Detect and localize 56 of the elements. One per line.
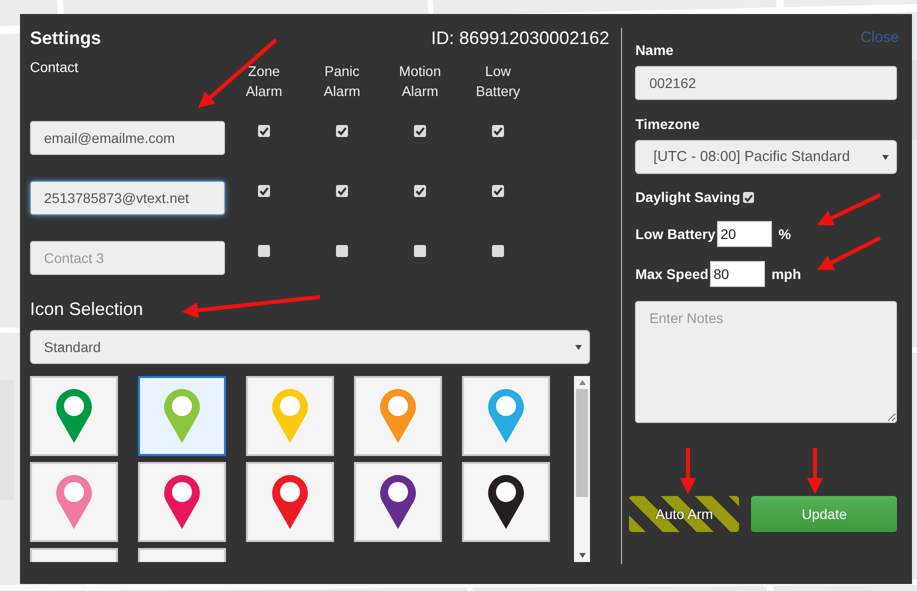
annotation-arrow [817, 193, 881, 226]
alert-checkbox[interactable] [414, 125, 426, 137]
notes-field[interactable]: Enter Notes [635, 301, 898, 423]
max-speed-field[interactable]: 80 [710, 261, 766, 287]
alert-checkbox[interactable] [258, 125, 270, 137]
alert-checkbox[interactable] [492, 245, 504, 257]
alert-checkbox[interactable] [258, 245, 270, 257]
alert-checkbox[interactable] [336, 245, 348, 257]
annotation-arrow [817, 236, 881, 270]
scrollbar[interactable] [574, 376, 590, 562]
icon-tile[interactable] [462, 376, 550, 456]
icon-tile[interactable] [246, 462, 334, 542]
icon-tile[interactable] [354, 462, 442, 542]
icon-tile[interactable] [30, 376, 118, 456]
timezone-select[interactable]: [UTC - 08:00] Pacific Standard [635, 140, 898, 174]
device-id: ID: 869912030002162 [431, 28, 610, 49]
unit-label: mph [771, 266, 802, 282]
contact-field[interactable]: Contact 3 [30, 241, 225, 275]
unit-label: % [778, 226, 791, 242]
alert-checkbox[interactable] [492, 185, 504, 197]
field-label: Timezone [635, 116, 701, 132]
caret-icon [882, 154, 890, 160]
icon-set-select[interactable]: Standard [30, 330, 590, 364]
daylight-checkbox[interactable] [743, 192, 754, 202]
alert-checkbox[interactable] [258, 185, 270, 197]
annotation-arrow [680, 448, 696, 494]
contact-field[interactable]: 2513785873@vtext.net [30, 181, 225, 215]
alert-checkbox[interactable] [336, 185, 348, 197]
icon-tile[interactable] [354, 376, 442, 456]
field-label: Low Battery [635, 226, 716, 242]
column-header: Panic Alarm [322, 62, 362, 95]
field-label: Max Speed [635, 266, 708, 282]
name-field[interactable]: 002162 [635, 66, 898, 100]
icon-tile[interactable] [246, 376, 334, 456]
alert-checkbox[interactable] [492, 125, 504, 137]
field-label: Daylight Saving [635, 189, 740, 205]
icon-tile[interactable] [138, 376, 226, 456]
low-battery-field[interactable]: 20 [717, 221, 772, 247]
scroll-down-icon[interactable] [578, 553, 586, 558]
alert-checkbox[interactable] [336, 125, 348, 137]
icon-tile[interactable] [462, 462, 550, 542]
column-header: Zone Alarm [244, 62, 284, 95]
alert-checkbox[interactable] [414, 185, 426, 197]
contact-field[interactable]: email@emailme.com [30, 121, 225, 155]
dialog-title: Settings [30, 28, 102, 49]
alert-checkbox[interactable] [414, 245, 426, 257]
caret-icon [575, 344, 582, 350]
field-label: Name [635, 42, 674, 58]
icon-tile[interactable] [138, 462, 226, 542]
annotation-arrow [807, 448, 823, 494]
auto-arm-button[interactable]: Auto Arm [629, 496, 740, 532]
icon-tile[interactable] [30, 462, 118, 542]
scroll-up-icon[interactable] [578, 380, 586, 385]
contact-label: Contact [30, 59, 80, 75]
column-header: Motion Alarm [398, 62, 442, 95]
section-title: Icon Selection [30, 299, 144, 320]
